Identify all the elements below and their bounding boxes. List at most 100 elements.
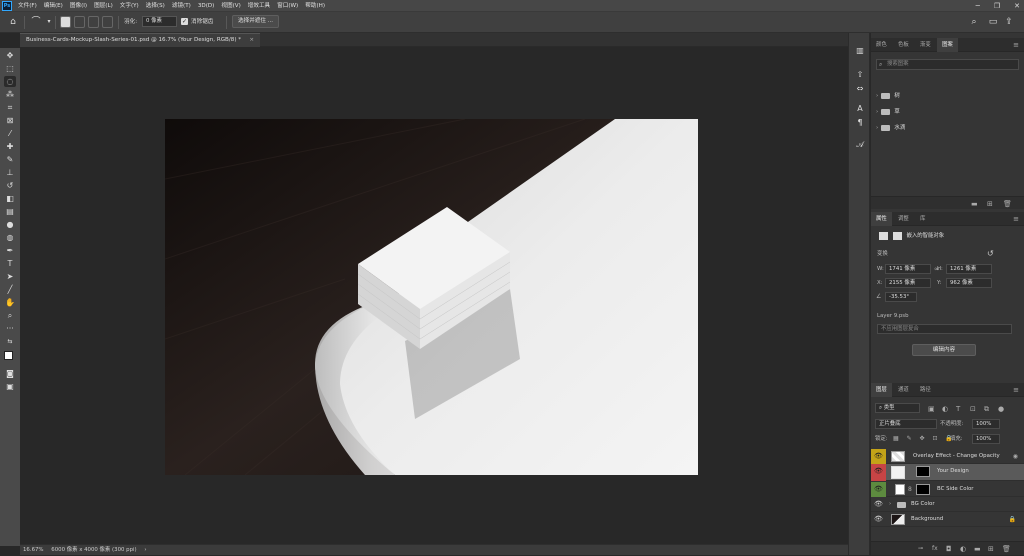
- lasso-icon[interactable]: ◌: [4, 76, 16, 87]
- marquee-icon[interactable]: ⬚: [4, 63, 16, 74]
- fill-field[interactable]: 100%: [972, 434, 1000, 444]
- gradient-icon[interactable]: ▤: [4, 206, 16, 217]
- opacity-field[interactable]: 100%: [972, 419, 1000, 429]
- lock-icons[interactable]: ▦ ✎ ✥ ⊡ 🔒: [893, 434, 956, 444]
- history-panel-icon[interactable]: ▥: [854, 45, 866, 57]
- link-layers-icon[interactable]: ⊸: [918, 542, 923, 556]
- close-tab-icon[interactable]: ×: [249, 34, 254, 47]
- reset-transform-icon[interactable]: ↺: [987, 249, 994, 259]
- crop-icon[interactable]: ⌗: [4, 102, 16, 113]
- folder-icon[interactable]: ▬: [971, 197, 978, 211]
- tab-channels[interactable]: 通道: [893, 383, 914, 397]
- status-arrow[interactable]: ›: [144, 547, 146, 553]
- type-filter-icon[interactable]: T: [956, 403, 960, 415]
- canvas-area[interactable]: [20, 48, 848, 544]
- adjustments-icon[interactable]: ⇔: [854, 83, 866, 95]
- layer-row[interactable]: 👁 Your Design: [871, 464, 1024, 481]
- y-field[interactable]: 962 像素: [946, 278, 992, 288]
- tab-swatches[interactable]: 色板: [893, 38, 914, 52]
- pattern-group[interactable]: › 草: [876, 105, 900, 119]
- dodge-icon[interactable]: ◍: [4, 232, 16, 243]
- select-and-mask-button[interactable]: 选择并遮住 ...: [232, 15, 280, 28]
- feather-input[interactable]: 0 像素: [142, 16, 177, 27]
- tab-paths[interactable]: 路径: [915, 383, 936, 397]
- panel-menu-icon[interactable]: ≡: [1013, 212, 1019, 226]
- tab-adjustments[interactable]: 调整: [893, 212, 914, 226]
- hand-icon[interactable]: ✋: [4, 297, 16, 308]
- menu-view[interactable]: 视图(V): [221, 0, 240, 12]
- shape-filter-icon[interactable]: ⊡: [970, 403, 976, 415]
- layer-row[interactable]: 👁 Overlay Effect - Change Opacity ◉: [871, 449, 1024, 464]
- share-icon[interactable]: ⇪: [1003, 16, 1015, 28]
- more-icon[interactable]: ···: [4, 323, 16, 334]
- frame-icon[interactable]: ⊠: [4, 115, 16, 126]
- quick-mask-icon[interactable]: ◙: [4, 368, 16, 379]
- angle-field[interactable]: -35.53°: [885, 292, 917, 302]
- zoom-level[interactable]: 16.67%: [23, 547, 44, 553]
- type-icon[interactable]: T: [4, 258, 16, 269]
- blur-icon[interactable]: ●: [4, 219, 16, 230]
- panel-menu-icon[interactable]: ≡: [1013, 38, 1019, 52]
- layer-effect-icon[interactable]: ◉: [1013, 449, 1018, 464]
- fx-icon[interactable]: fx: [932, 542, 938, 556]
- chevron-down-icon[interactable]: ▾: [43, 16, 55, 28]
- chevron-right-icon[interactable]: ›: [889, 497, 891, 512]
- menu-file[interactable]: 文件(F): [18, 0, 37, 12]
- close-window-button[interactable]: ✕: [1014, 2, 1020, 10]
- visibility-eye-icon[interactable]: 👁: [871, 482, 886, 497]
- blend-mode-select[interactable]: 正片叠底: [875, 419, 937, 429]
- screen-mode-icon[interactable]: ▣: [4, 381, 16, 392]
- history-brush-icon[interactable]: ↺: [4, 180, 16, 191]
- eyedropper-icon[interactable]: ⁄: [4, 128, 16, 139]
- tab-properties[interactable]: 属性: [871, 212, 892, 226]
- brush-settings-icon[interactable]: ⇧: [854, 69, 866, 81]
- move-icon[interactable]: ✥: [4, 50, 16, 61]
- intersect-selection-icon[interactable]: [102, 16, 113, 28]
- layer-row[interactable]: 👁 8 BC Side Color: [871, 482, 1024, 497]
- menu-layer[interactable]: 图层(L): [94, 0, 113, 12]
- zoom-icon[interactable]: ⌕: [4, 310, 16, 321]
- visibility-eye-icon[interactable]: 👁: [871, 512, 886, 527]
- pattern-group[interactable]: › 水滴: [876, 121, 905, 135]
- visibility-eye-icon[interactable]: 👁: [871, 449, 886, 464]
- tab-layers[interactable]: 图层: [871, 383, 892, 397]
- trash-icon[interactable]: 🗑: [1003, 197, 1012, 211]
- menu-plugins[interactable]: 增效工具: [248, 0, 270, 12]
- stamp-icon[interactable]: ⊥: [4, 167, 16, 178]
- menu-type[interactable]: 文字(Y): [120, 0, 139, 12]
- glyphs-panel-icon[interactable]: 𝒜: [854, 139, 866, 151]
- document-tab[interactable]: Business-Cards-Mockup-Slash-Series-01.ps…: [20, 33, 260, 47]
- layer-filter-kind[interactable]: ⌕ 类型: [875, 403, 920, 413]
- menu-help[interactable]: 帮助(H): [305, 0, 325, 12]
- magic-wand-icon[interactable]: ⁂: [4, 89, 16, 100]
- x-field[interactable]: 2155 像素: [885, 278, 931, 288]
- pattern-search[interactable]: ⌕ 搜索图案: [876, 59, 1019, 70]
- healing-icon[interactable]: ✚: [4, 141, 16, 152]
- tab-gradients[interactable]: 渐变: [915, 38, 936, 52]
- foreground-color[interactable]: [4, 351, 13, 360]
- layer-row[interactable]: 👁 › BG Color: [871, 497, 1024, 512]
- document-canvas[interactable]: [165, 119, 698, 475]
- antialias-checkbox[interactable]: ✓: [181, 18, 188, 25]
- pen-icon[interactable]: ✒: [4, 245, 16, 256]
- visibility-eye-icon[interactable]: 👁: [871, 464, 886, 481]
- adjustment-filter-icon[interactable]: ◐: [942, 403, 948, 415]
- pattern-search-input[interactable]: 搜索图案: [887, 61, 909, 67]
- adjustment-layer-icon[interactable]: ◐: [960, 542, 966, 556]
- layer-row[interactable]: 👁 Background 🔒: [871, 512, 1024, 527]
- menu-edit[interactable]: 编辑(E): [44, 0, 63, 12]
- new-selection-icon[interactable]: [60, 16, 71, 28]
- trash-icon[interactable]: 🗑: [1002, 542, 1011, 556]
- paragraph-panel-icon[interactable]: ¶: [854, 117, 866, 129]
- new-pattern-icon[interactable]: ⊞: [987, 197, 993, 211]
- visibility-eye-icon[interactable]: 👁: [871, 497, 886, 512]
- menu-select[interactable]: 选择(S): [146, 0, 165, 12]
- brush-icon[interactable]: ✎: [4, 154, 16, 165]
- pattern-group[interactable]: › 树: [876, 89, 900, 103]
- lasso-preset-icon[interactable]: ⌒: [30, 16, 42, 28]
- menu-3d[interactable]: 3D(D): [198, 0, 215, 12]
- menu-filter[interactable]: 滤镜(T): [172, 0, 191, 12]
- layer-mask-icon[interactable]: [892, 231, 902, 240]
- tab-color[interactable]: 颜色: [871, 38, 892, 52]
- add-selection-icon[interactable]: [74, 16, 85, 28]
